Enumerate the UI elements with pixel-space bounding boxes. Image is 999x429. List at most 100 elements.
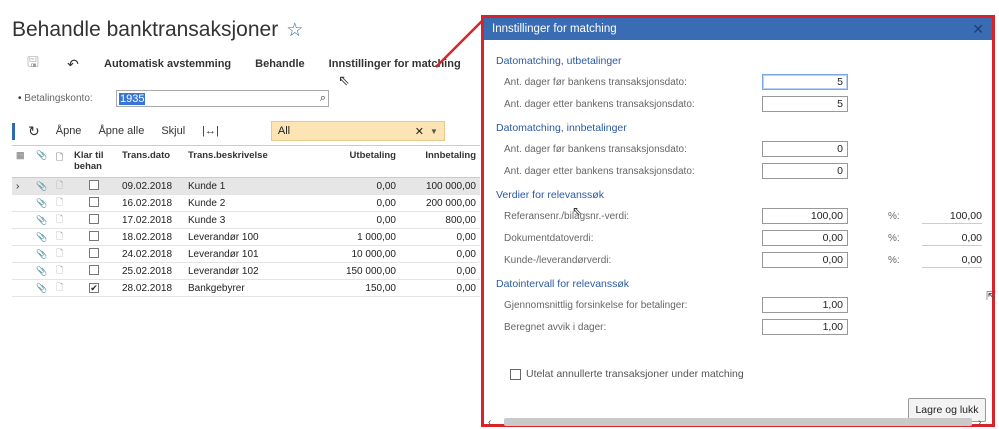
refresh-icon[interactable]: ↻ <box>28 123 40 140</box>
ready-checkbox[interactable] <box>70 245 118 263</box>
ready-checkbox[interactable] <box>70 211 118 229</box>
cell-in: 0,00 <box>400 228 480 246</box>
ref-input[interactable]: 100,00 <box>762 208 848 224</box>
clear-filter-icon[interactable]: ✕ <box>415 125 424 138</box>
col-ready[interactable]: Klar til behan <box>70 145 118 178</box>
table-row[interactable]: 📎 🗋 17.02.2018 Kunde 3 0,00 800,00 <box>12 211 480 229</box>
scroll-left-icon[interactable]: ‹ <box>488 417 498 428</box>
incoming-after-row: Ant. dager etter bankens transaksjonsdat… <box>504 163 848 179</box>
note-icon[interactable]: 🗋 <box>52 279 70 297</box>
note-icon[interactable]: 🗋 <box>52 177 70 195</box>
matching-settings-dialog: Innstillinger for matching ✕ Datomatchin… <box>481 15 995 428</box>
cell-date: 24.02.2018 <box>118 245 184 263</box>
matching-settings-button[interactable]: Innstillinger for matching <box>329 58 461 70</box>
page-title-text: Behandle banktransaksjoner <box>12 18 279 41</box>
attachment-icon[interactable]: 📎 <box>32 245 52 263</box>
ready-checkbox[interactable] <box>70 228 118 246</box>
undo-icon[interactable]: ↶ <box>64 56 82 73</box>
checkbox-box[interactable] <box>89 230 99 241</box>
ready-checkbox[interactable] <box>70 177 118 195</box>
account-search-input[interactable]: 1935 ⌕ <box>116 90 329 107</box>
exclude-cancelled-row[interactable]: Utelat annullerte transaksjoner under ma… <box>510 368 744 380</box>
dialog-title: Innstillinger for matching <box>492 23 617 35</box>
hide-button[interactable]: Skjul <box>161 125 185 137</box>
attachment-icon[interactable]: 📎 <box>32 279 52 297</box>
cell-desc: Kunde 1 <box>184 177 324 195</box>
exclude-cancelled-checkbox[interactable] <box>510 368 521 380</box>
table-row[interactable]: 📎 🗋 24.02.2018 Leverandør 101 10 000,00 0,00 <box>12 245 480 263</box>
note-icon[interactable]: 🗋 <box>52 228 70 246</box>
open-all-button[interactable]: Åpne alle <box>98 125 144 137</box>
delay-input[interactable]: 1,00 <box>762 297 848 313</box>
search-icon[interactable]: ⌕ <box>320 92 326 105</box>
attachment-icon[interactable]: 📎 <box>32 194 52 212</box>
doc-input[interactable]: 0,00 <box>762 230 848 246</box>
cell-date: 17.02.2018 <box>118 211 184 229</box>
incoming-before-input[interactable]: 0 <box>762 141 848 157</box>
attachment-icon[interactable]: 📎 <box>32 211 52 229</box>
grid-settings-icon[interactable]: ▦ <box>12 145 32 178</box>
col-out[interactable]: Utbetaling <box>324 145 400 178</box>
note-icon[interactable]: 🗋 <box>52 211 70 229</box>
cell-date: 16.02.2018 <box>118 194 184 212</box>
note-icon[interactable]: 🗋 <box>52 262 70 280</box>
row-pointer-icon: › <box>12 177 32 195</box>
save-icon[interactable]: 🖫 <box>24 52 42 76</box>
ref-pct-sign: %: <box>888 210 900 222</box>
table-row[interactable]: 📎 🗋 25.02.2018 Leverandør 102 150 000,00 0,00 <box>12 262 480 280</box>
col-in[interactable]: Innbetaling <box>400 145 480 178</box>
auto-reconcile-button[interactable]: Automatisk avstemming <box>104 58 231 70</box>
row-pointer-icon <box>12 194 32 212</box>
cell-out: 150,00 <box>324 279 400 297</box>
checkbox-box[interactable] <box>89 196 99 207</box>
attachment-icon[interactable]: 📎 <box>32 228 52 246</box>
row-pointer-icon <box>12 228 32 246</box>
fit-columns-icon[interactable]: |↔| <box>202 125 219 137</box>
chevron-down-icon[interactable]: ▼ <box>430 127 438 136</box>
table-row[interactable]: 📎 🗋 16.02.2018 Kunde 2 0,00 200 000,00 <box>12 194 480 212</box>
table-row[interactable]: 📎 🗋 18.02.2018 Leverandør 100 1 000,00 0,00 <box>12 228 480 246</box>
cell-in: 100 000,00 <box>400 177 480 195</box>
deviation-input[interactable]: 1,00 <box>762 319 848 335</box>
incoming-after-input[interactable]: 0 <box>762 163 848 179</box>
col-desc[interactable]: Trans.beskrivelse <box>184 145 324 178</box>
ready-checkbox[interactable] <box>70 262 118 280</box>
attachment-icon[interactable]: 📎 <box>32 262 52 280</box>
close-icon[interactable]: ✕ <box>972 21 984 38</box>
page-title: Behandle banktransaksjoner ☆ <box>12 18 303 42</box>
attachment-icon[interactable]: 📎 <box>32 177 52 195</box>
scrollbar-thumb[interactable] <box>504 418 972 426</box>
checkbox-box[interactable] <box>89 247 99 258</box>
cell-desc: Leverandør 100 <box>184 228 324 246</box>
ready-checkbox[interactable] <box>70 194 118 212</box>
cell-desc: Kunde 3 <box>184 211 324 229</box>
main-toolbar: 🖫 ↶ Automatisk avstemming Behandle Innst… <box>24 54 461 73</box>
note-icon[interactable]: 🗋 <box>52 194 70 212</box>
open-button[interactable]: Åpne <box>56 125 82 137</box>
outgoing-before-input[interactable]: 5 <box>762 74 848 90</box>
outgoing-after-input[interactable]: 5 <box>762 96 848 112</box>
row-pointer-icon <box>12 245 32 263</box>
checkbox-box[interactable] <box>89 179 99 190</box>
table-row[interactable]: 📎 🗋 ✔ 28.02.2018 Bankgebyrer 150,00 0,00 <box>12 279 480 297</box>
checkbox-box[interactable] <box>89 264 99 275</box>
ready-checkbox[interactable]: ✔ <box>70 279 118 297</box>
table-row[interactable]: › 📎 🗋 09.02.2018 Kunde 1 0,00 100 000,00 <box>12 177 480 195</box>
checkbox-box[interactable] <box>89 213 99 224</box>
filter-select[interactable]: All ✕ ▼ <box>270 121 445 141</box>
attachment-header-icon: 📎 <box>32 145 52 178</box>
horizontal-scrollbar[interactable]: ‹ › <box>488 416 988 428</box>
deviation-label: Beregnet avvik i dager: <box>504 321 607 333</box>
row-pointer-icon <box>12 279 32 297</box>
process-button[interactable]: Behandle <box>255 58 305 70</box>
doc-label: Dokumentdatoverdi: <box>504 232 594 244</box>
checkbox-box[interactable]: ✔ <box>89 282 99 293</box>
note-icon[interactable]: 🗋 <box>52 245 70 263</box>
outgoing-before-row: Ant. dager før bankens transaksjonsdato:… <box>504 74 848 90</box>
section-outgoing-title: Datomatching, utbetalinger <box>496 55 622 67</box>
favorite-star-icon[interactable]: ☆ <box>286 19 303 42</box>
scroll-right-icon[interactable]: › <box>978 417 988 428</box>
cust-label: Kunde-/leverandørverdi: <box>504 254 612 266</box>
cust-input[interactable]: 0,00 <box>762 252 848 268</box>
col-date[interactable]: Trans.dato <box>118 145 184 178</box>
